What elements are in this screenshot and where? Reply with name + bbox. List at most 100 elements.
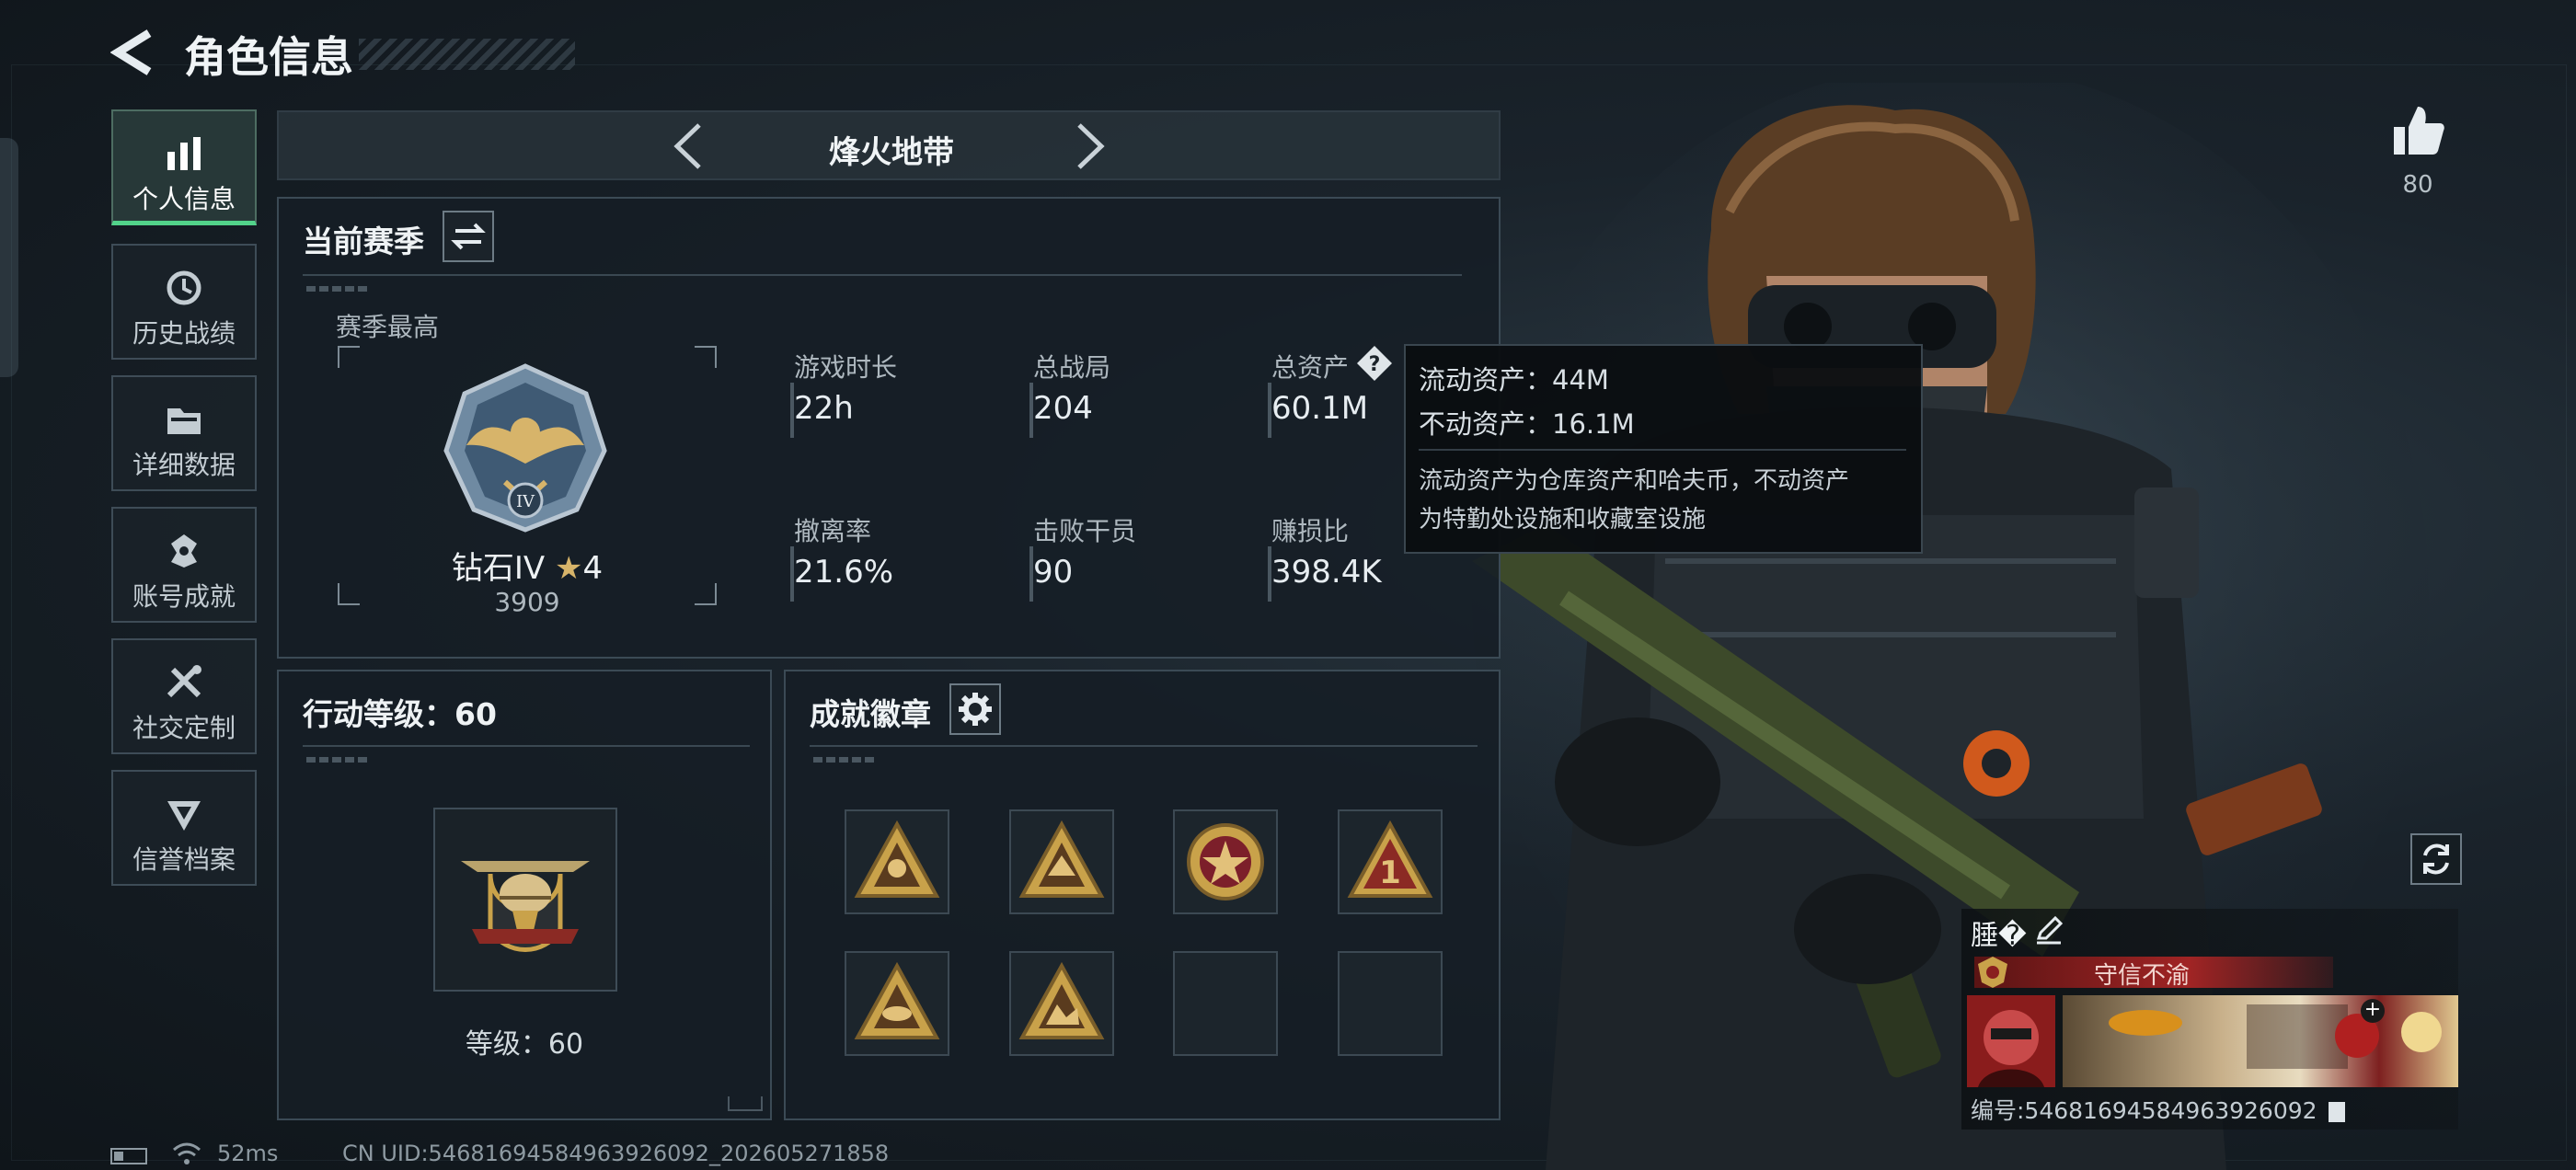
previous-mode-arrow-icon[interactable]	[670, 121, 707, 171]
edit-pencil-icon[interactable]	[2033, 914, 2064, 946]
season-divider	[303, 274, 1462, 276]
stat-column-ticks	[1029, 383, 1033, 438]
stat-value-extraction-rate: 21.6%	[794, 554, 894, 591]
sidebar-item-label: 社交定制	[132, 713, 236, 743]
divider-dashes	[306, 757, 371, 763]
stat-label-operators-defeated: 击败干员	[1033, 516, 1137, 546]
player-name: 腄�	[1971, 920, 2027, 952]
stat-column-ticks	[1029, 546, 1033, 602]
tooltip-liquid-assets: 流动资产：44M	[1419, 364, 1609, 396]
wifi-icon	[173, 1142, 201, 1164]
triangle-badge-icon	[854, 820, 940, 898]
sidebar-item-achievements[interactable]: 账号成就	[111, 507, 257, 623]
tooltip-divider	[1419, 449, 1906, 451]
season-switch-button[interactable]	[443, 211, 494, 262]
level-emblem-frame	[433, 808, 617, 992]
sidebar-item-reputation[interactable]: 信誉档案	[111, 770, 257, 886]
badge-slot[interactable]	[1009, 951, 1114, 1056]
sidebar-item-label: 历史战绩	[132, 318, 236, 349]
number-one-badge-icon: 1	[1347, 820, 1433, 898]
rank-line: 钻石IV ★4	[389, 543, 665, 588]
bar-chart-icon	[167, 137, 201, 170]
stat-value-total-matches: 204	[1033, 390, 1093, 427]
ping-value: 52ms	[217, 1141, 279, 1166]
stat-label-extraction-rate: 撤离率	[794, 516, 872, 546]
rank-frame-corner	[695, 583, 717, 605]
badge-slot[interactable]: 1	[1338, 809, 1443, 914]
stat-label-play-time: 游戏时长	[794, 352, 898, 383]
sidebar-item-history[interactable]: 历史战绩	[111, 244, 257, 360]
copy-icon[interactable]	[2328, 1102, 2345, 1122]
badge-slot[interactable]	[845, 951, 949, 1056]
reputation-medal-icon	[1978, 957, 2007, 988]
rank-score: 3909	[494, 587, 560, 617]
avatar	[1967, 995, 2055, 1087]
reputation-title: 守信不渝	[2094, 962, 2191, 990]
rank-stars: 4	[582, 550, 604, 587]
assets-tooltip: 流动资产：44M 不动资产：16.1M 流动资产为仓库资产和哈夫币，不动资产 为…	[1404, 344, 1923, 554]
mode-switcher-bar: 烽火地带	[277, 110, 1501, 180]
achievement-badges-panel: 成就徽章 1	[784, 670, 1501, 1120]
stat-value-profit-loss-ratio: 398.4K	[1271, 554, 1382, 591]
profile-banner-image: +	[2063, 995, 2458, 1087]
stat-column-ticks	[790, 383, 794, 438]
stat-column-ticks	[1268, 383, 1271, 438]
add-banner-icon[interactable]: +	[2361, 999, 2385, 1023]
stat-column-ticks	[1268, 546, 1271, 602]
empty-badge-slot[interactable]	[1173, 951, 1278, 1056]
mode-title: 烽火地带	[829, 134, 954, 171]
rotate-model-button[interactable]	[2410, 833, 2462, 885]
history-clock-icon	[167, 270, 201, 305]
tooltip-fixed-assets: 不动资产：16.1M	[1419, 408, 1635, 440]
sidebar-item-label: 个人信息	[132, 184, 236, 214]
badge-slot[interactable]	[1173, 809, 1278, 914]
stat-label-profit-loss-ratio: 赚损比	[1271, 516, 1350, 546]
assets-help-icon[interactable]: ?	[1355, 344, 1394, 383]
rank-name: 钻石IV	[451, 550, 546, 587]
svg-text:1: 1	[1379, 855, 1401, 891]
stat-column-ticks	[790, 546, 794, 602]
diamond-rank-emblem: IV	[443, 363, 607, 533]
helicopter-level-emblem	[461, 861, 590, 952]
stat-label-total-matches: 总战局	[1033, 352, 1111, 383]
season-best-label: 赛季最高	[336, 312, 440, 342]
player-id-text: 编号:54681694584963926092	[1971, 1097, 2317, 1124]
empty-badge-slot[interactable]	[1338, 951, 1443, 1056]
badges-settings-button[interactable]	[949, 683, 1001, 735]
uid-text: CN UID:54681694584963926092_202605271858	[342, 1141, 890, 1166]
stat-label-total-assets: 总资产	[1271, 352, 1350, 383]
folder-icon	[167, 408, 201, 434]
season-title: 当前赛季	[303, 224, 424, 259]
page-title: 角色信息	[184, 32, 353, 82]
player-card[interactable]: 腄� 守信不渝 + 编号:54681694584963926092	[1961, 909, 2458, 1130]
action-level-panel: 行动等级：60 等级：60	[277, 670, 772, 1120]
triangle-badge-icon	[1018, 961, 1105, 1039]
reputation-banner: 守信不渝	[1974, 957, 2333, 990]
stat-value-total-assets: 60.1M	[1271, 390, 1369, 427]
title-stripe-decoration	[359, 39, 575, 70]
rank-frame-corner	[695, 346, 717, 368]
battery-icon	[110, 1148, 147, 1164]
badges-title: 成就徽章	[810, 696, 931, 732]
thumbs-up-icon[interactable]	[2390, 103, 2445, 156]
badge-slot[interactable]	[1009, 809, 1114, 914]
sidebar-item-personal-info[interactable]: 个人信息	[111, 109, 257, 225]
sidebar-item-label: 账号成就	[132, 581, 236, 612]
gear-icon	[959, 693, 992, 726]
level-text: 等级：60	[465, 1028, 584, 1061]
sidebar-item-social-custom[interactable]: 社交定制	[111, 638, 257, 754]
current-season-panel: 当前赛季 赛季最高 IV 钻石IV ★4 3909 游戏时长 22h 总战局 2…	[277, 197, 1501, 659]
rank-frame-corner	[338, 346, 360, 368]
reputation-icon	[167, 801, 201, 831]
sidebar-item-label: 信誉档案	[132, 844, 236, 875]
back-arrow-icon[interactable]	[110, 28, 156, 77]
sidebar-item-detailed-data[interactable]: 详细数据	[111, 375, 257, 491]
divider-dashes	[813, 757, 878, 763]
stat-value-operators-defeated: 90	[1033, 554, 1074, 591]
rank-star-icon: ★	[554, 550, 583, 587]
badge-slot[interactable]	[845, 809, 949, 914]
achievement-icon	[171, 534, 197, 568]
next-mode-arrow-icon[interactable]	[1072, 121, 1109, 171]
action-level-title: 行动等级：60	[303, 696, 497, 732]
star-round-badge-icon	[1187, 823, 1264, 900]
